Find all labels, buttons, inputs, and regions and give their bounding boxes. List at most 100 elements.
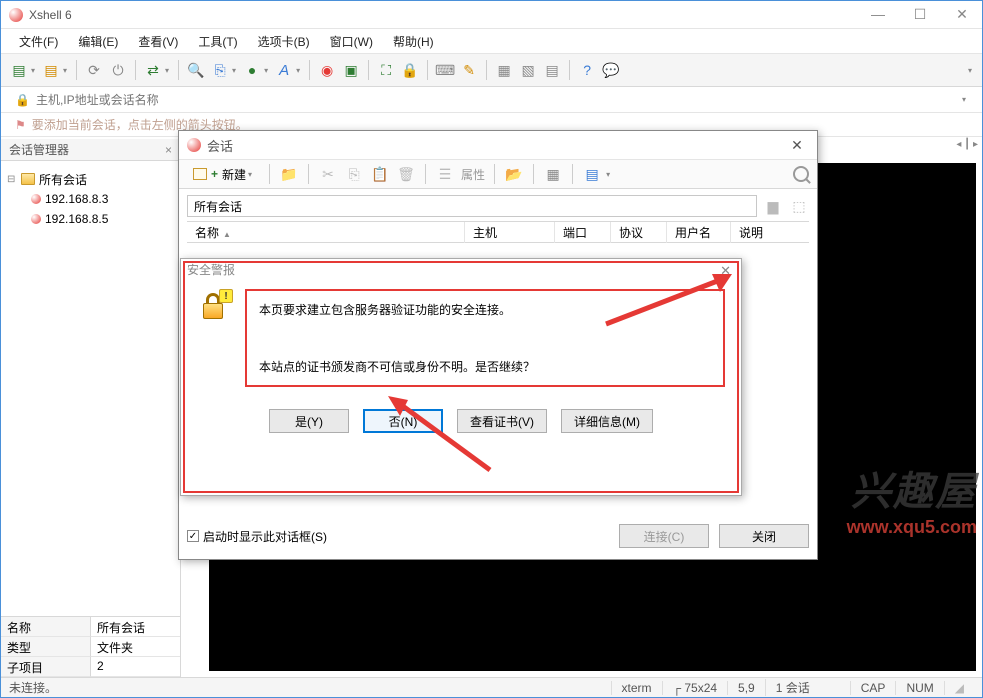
collapse-icon[interactable]: ⊟ — [7, 174, 17, 185]
menu-view[interactable]: 查看(V) — [130, 31, 186, 52]
search-sessions-icon[interactable] — [793, 166, 809, 182]
view-mode-icon[interactable]: ▤ — [582, 164, 602, 184]
prop-key: 子项目 — [1, 657, 91, 677]
tree-item-label[interactable]: 192.168.8.5 — [45, 212, 108, 226]
status-size: ┌ 75x24 — [662, 681, 728, 695]
tab-nav[interactable]: ◂ ┃ ▸ — [956, 139, 978, 150]
col-host[interactable]: 主机 — [465, 222, 555, 243]
shell-icon[interactable]: ◉ — [317, 60, 337, 80]
menu-tabs[interactable]: 选项卡(B) — [250, 31, 318, 52]
menu-tools[interactable]: 工具(T) — [190, 31, 245, 52]
tree-item: 192.168.8.5 — [7, 209, 174, 229]
chat-icon[interactable]: 💬 — [601, 60, 621, 80]
script-icon[interactable]: ▣ — [341, 60, 361, 80]
cut-icon[interactable]: ✂ — [318, 164, 338, 184]
new-session-button[interactable]: + 新建 ▾ — [187, 164, 260, 185]
sessions-path-field[interactable]: 所有会话 — [187, 195, 757, 217]
menu-bar: 文件(F) 编辑(E) 查看(V) 工具(T) 选项卡(B) 窗口(W) 帮助(… — [1, 29, 982, 53]
globe-icon[interactable]: ● — [242, 60, 262, 80]
new-session-icon[interactable]: ▤ — [9, 60, 29, 80]
keyboard-icon[interactable]: ⌨ — [435, 60, 455, 80]
prop-val: 所有会话 — [91, 617, 180, 637]
app-title: Xshell 6 — [29, 8, 866, 22]
path-up-icon[interactable]: ⬚ — [789, 196, 809, 216]
menu-file[interactable]: 文件(F) — [11, 31, 66, 52]
copy-icon[interactable]: ⎘ — [210, 60, 230, 80]
col-desc[interactable]: 说明 — [731, 222, 809, 243]
transfer-icon[interactable]: ⇄ — [143, 60, 163, 80]
export-icon[interactable]: ▦ — [543, 164, 563, 184]
minimize-button[interactable]: — — [866, 6, 890, 23]
status-connection: 未连接。 — [9, 679, 57, 696]
col-port[interactable]: 端口 — [555, 222, 611, 243]
connect-button[interactable]: 连接(C) — [619, 524, 709, 548]
menu-window[interactable]: 窗口(W) — [322, 31, 381, 52]
maximize-button[interactable]: ☐ — [908, 6, 932, 23]
close-sessions-button[interactable]: 关闭 — [719, 524, 809, 548]
status-bar: 未连接。 xterm ┌ 75x24 5,9 1 会话 CAP NUM ◢ — [1, 677, 982, 697]
copy2-icon[interactable]: ⎘ — [344, 164, 364, 184]
sessions-dialog-title: 会话 — [207, 136, 785, 155]
sidebar-properties: 名称所有会话 类型文件夹 子项目2 — [1, 616, 180, 677]
highlight-icon[interactable]: ✎ — [459, 60, 479, 80]
help-icon[interactable]: ? — [577, 60, 597, 80]
alert-line2: 本站点的证书颁发商不可信或身份不明。是否继续？ — [259, 358, 711, 375]
status-sessions: 1 会话 — [765, 679, 820, 696]
menu-help[interactable]: 帮助(H) — [385, 31, 442, 52]
status-resize-icon[interactable]: ◢ — [944, 681, 974, 695]
tree-root-label[interactable]: 所有会话 — [39, 171, 87, 188]
search-icon[interactable]: 🔍 — [186, 60, 206, 80]
delete-icon[interactable]: 🗑 — [396, 164, 416, 184]
props-icon[interactable]: ☰ — [435, 164, 455, 184]
new-folder-icon — [193, 168, 207, 180]
status-cap: CAP — [850, 681, 896, 695]
layout2-icon[interactable]: ▧ — [518, 60, 538, 80]
col-proto[interactable]: 协议 — [611, 222, 667, 243]
alert-title: 安全警报 — [187, 261, 235, 278]
tree-item: 192.168.8.3 — [7, 189, 174, 209]
sessions-list-header: 名称▲ 主机 端口 协议 用户名 说明 — [187, 221, 809, 243]
prop-val: 2 — [91, 657, 180, 677]
alert-more-info-button[interactable]: 详细信息(M) — [561, 409, 653, 433]
lock-icon[interactable]: 🔒 — [400, 60, 420, 80]
session-icon — [31, 194, 41, 204]
security-lock-icon: ! — [197, 289, 231, 323]
layout3-icon[interactable]: ▤ — [542, 60, 562, 80]
col-user[interactable]: 用户名 — [667, 222, 731, 243]
sessions-dialog-close-icon[interactable]: ✕ — [785, 137, 809, 154]
tree-root-row: ⊟ 所有会话 — [7, 169, 174, 189]
toolbar-overflow-icon[interactable]: ▾ — [968, 66, 972, 75]
reconnect-icon[interactable]: ⟳ — [84, 60, 104, 80]
prop-key: 名称 — [1, 617, 91, 637]
sessions-toolbar: + 新建 ▾ 📁 ✂ ⎘ 📋 🗑 ☰ 属性 📂 ▦ ▤▾ — [179, 159, 817, 189]
alert-yes-button[interactable]: 是(Y) — [269, 409, 349, 433]
import-icon[interactable]: 📂 — [504, 164, 524, 184]
disconnect-icon[interactable]: ⏻ — [108, 60, 128, 80]
show-on-start-checkbox[interactable]: ✓启动时显示此对话框(S) — [187, 528, 327, 545]
close-button[interactable]: ✕ — [950, 6, 974, 23]
folder-toolbar-icon[interactable]: 📁 — [279, 164, 299, 184]
address-overflow-icon[interactable]: ▾ — [962, 95, 966, 104]
font-icon[interactable]: A — [274, 60, 294, 80]
properties-button[interactable]: 属性 — [461, 166, 485, 183]
sidebar-close-icon[interactable]: × — [165, 143, 172, 157]
alert-no-button[interactable]: 否(N) — [363, 409, 443, 433]
status-num: NUM — [895, 681, 943, 695]
fullscreen-icon[interactable]: ⛶ — [376, 60, 396, 80]
main-toolbar: ▤▾ ▤▾ ⟳ ⏻ ⇄▾ 🔍 ⎘▾ ●▾ A▾ ◉ ▣ ⛶ 🔒 ⌨ ✎ ▦ ▧ … — [1, 53, 982, 87]
layout1-icon[interactable]: ▦ — [494, 60, 514, 80]
sidebar-title: 会话管理器 — [9, 141, 69, 158]
path-folder-icon[interactable]: ▆ — [763, 196, 783, 216]
tree-item-label[interactable]: 192.168.8.3 — [45, 192, 108, 206]
alert-view-cert-button[interactable]: 查看证书(V) — [457, 409, 547, 433]
alert-close-icon[interactable]: ✕ — [720, 263, 731, 279]
dialog-icon — [187, 138, 201, 152]
paste-icon[interactable]: 📋 — [370, 164, 390, 184]
col-name[interactable]: 名称▲ — [187, 222, 465, 243]
session-tree[interactable]: ⊟ 所有会话 192.168.8.3 192.168.8.5 — [1, 161, 180, 616]
address-input[interactable] — [36, 93, 958, 107]
alert-message-box: 本页要求建立包含服务器验证功能的安全连接。 本站点的证书颁发商不可信或身份不明。… — [245, 289, 725, 387]
security-alert-dialog: 安全警报 ✕ ! 本页要求建立包含服务器验证功能的安全连接。 本站点的证书颁发商… — [180, 258, 742, 496]
menu-edit[interactable]: 编辑(E) — [70, 31, 126, 52]
open-session-icon[interactable]: ▤ — [41, 60, 61, 80]
